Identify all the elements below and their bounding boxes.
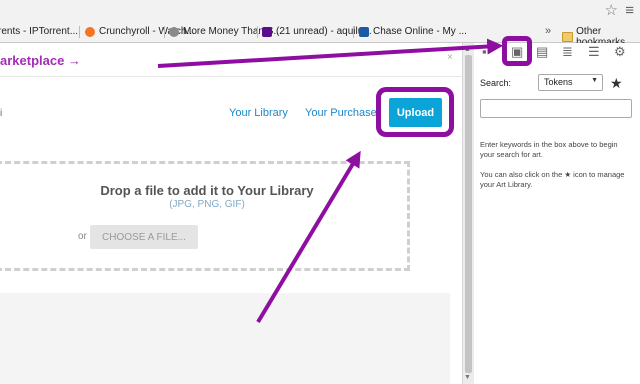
journal-icon[interactable]: ▤ [536,45,548,59]
search-type-value: Tokens [544,77,573,87]
toolbar-highlight-box [502,36,532,66]
drop-zone-title: Drop a file to add it to Your Library [100,183,314,198]
gear-icon[interactable]: ⚙ [614,45,626,59]
scroll-down-arrow-icon[interactable]: ▼ [464,374,471,381]
browser-menu-icon[interactable]: ≡ [625,3,634,19]
search-label: Search: [480,78,512,88]
search-input[interactable] [480,99,632,118]
art-library-main-panel: arketplace → × i Your Library Your Purch… [0,43,462,384]
header-divider [0,76,462,77]
bookmark-label: Chase Online - My ... [373,26,467,37]
your-library-link[interactable]: Your Library [229,107,288,119]
browser-top-strip: ☆ ≡ [0,0,640,22]
search-side-panel: ▪ ▣ ▤ ≣ ☰ ⚙ Search: Tokens ▼ ★ Enter key… [474,36,640,384]
dropdown-arrow-icon: ▼ [591,77,598,84]
your-purchases-link[interactable]: Your Purchase [305,107,377,119]
cropped-text: i [0,108,3,119]
bookmarks-overflow-chevron[interactable]: » [545,25,551,37]
library-help-text: You can also click on the ★ icon to mana… [480,170,625,189]
search-type-select[interactable]: Tokens ▼ [538,74,603,91]
panel-toolbar: ▪ ▣ ▤ ≣ ☰ ⚙ [474,36,640,66]
bookmarks-bar: rents - IPTorrent... Crunchyroll - Watch… [0,22,640,48]
bookmark-separator [353,26,354,38]
bookmark-separator [257,26,258,38]
search-help-text: Enter keywords in the box above to begin… [480,140,618,159]
list-icon[interactable]: ☰ [588,45,600,59]
drop-zone-file-types: (JPG, PNG, GIF) [169,199,245,210]
bookmark-chase[interactable]: Chase Online - My ... [359,26,467,37]
bookmark-separator [79,26,80,38]
scroll-up-arrow-icon[interactable]: ▲ [464,46,471,53]
or-label: or [78,231,87,242]
crunchyroll-icon [85,26,95,37]
scrollbar-thumb[interactable] [465,55,472,373]
file-drop-zone[interactable] [0,161,410,271]
library-content-area [0,293,450,384]
playlist-icon[interactable]: ≣ [562,45,573,59]
folder-icon [562,32,574,42]
bookmark-star-icon[interactable]: ☆ [605,3,618,19]
star-icon[interactable]: ★ [610,75,623,92]
bookmark-label: (21 unread) - aquilu... [276,26,372,37]
marketplace-link[interactable]: arketplace → [0,53,81,68]
close-icon[interactable]: × [447,52,453,63]
bookmark-separator [164,26,165,38]
upload-highlight-box [376,87,454,137]
bookmark-iptorrents[interactable]: rents - IPTorrent... [0,26,78,37]
chat-icon[interactable]: ▪ [482,45,487,59]
mail-icon [262,26,272,37]
speech-bubble-icon [169,26,179,37]
bookmark-label: rents - IPTorrent... [0,26,79,37]
choose-file-button[interactable]: CHOOSE A FILE... [90,225,198,249]
chase-icon [359,26,369,37]
bookmark-mail[interactable]: (21 unread) - aquilu... [262,26,372,37]
